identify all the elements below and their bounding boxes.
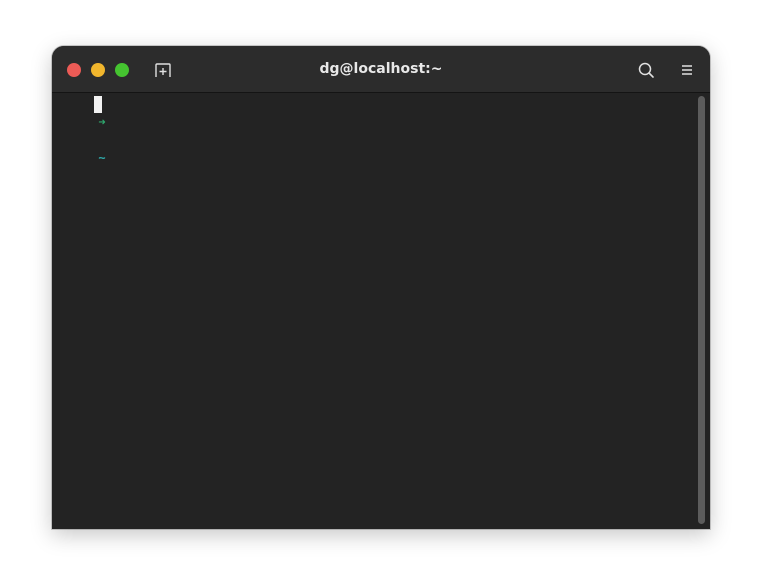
- maximize-icon[interactable]: [115, 63, 129, 77]
- minimize-icon[interactable]: [91, 63, 105, 77]
- hamburger-menu-icon[interactable]: [678, 61, 696, 79]
- prompt-spacer: [98, 133, 105, 147]
- titlebar[interactable]: dg@localhost:~: [52, 46, 710, 93]
- window-title: dg@localhost:~: [319, 61, 443, 77]
- prompt-arrow: ➜: [98, 115, 106, 129]
- close-icon[interactable]: [67, 63, 81, 77]
- scrollbar[interactable]: [698, 96, 705, 524]
- new-tab-icon[interactable]: [153, 61, 173, 79]
- prompt-directory: ~: [98, 151, 106, 165]
- terminal-window: dg@localhost:~ ➜ ~: [52, 46, 710, 529]
- text-cursor: [94, 96, 102, 113]
- search-icon[interactable]: [636, 60, 656, 80]
- prompt-line: ➜ ~: [55, 95, 106, 165]
- terminal-content[interactable]: ➜ ~: [52, 93, 710, 529]
